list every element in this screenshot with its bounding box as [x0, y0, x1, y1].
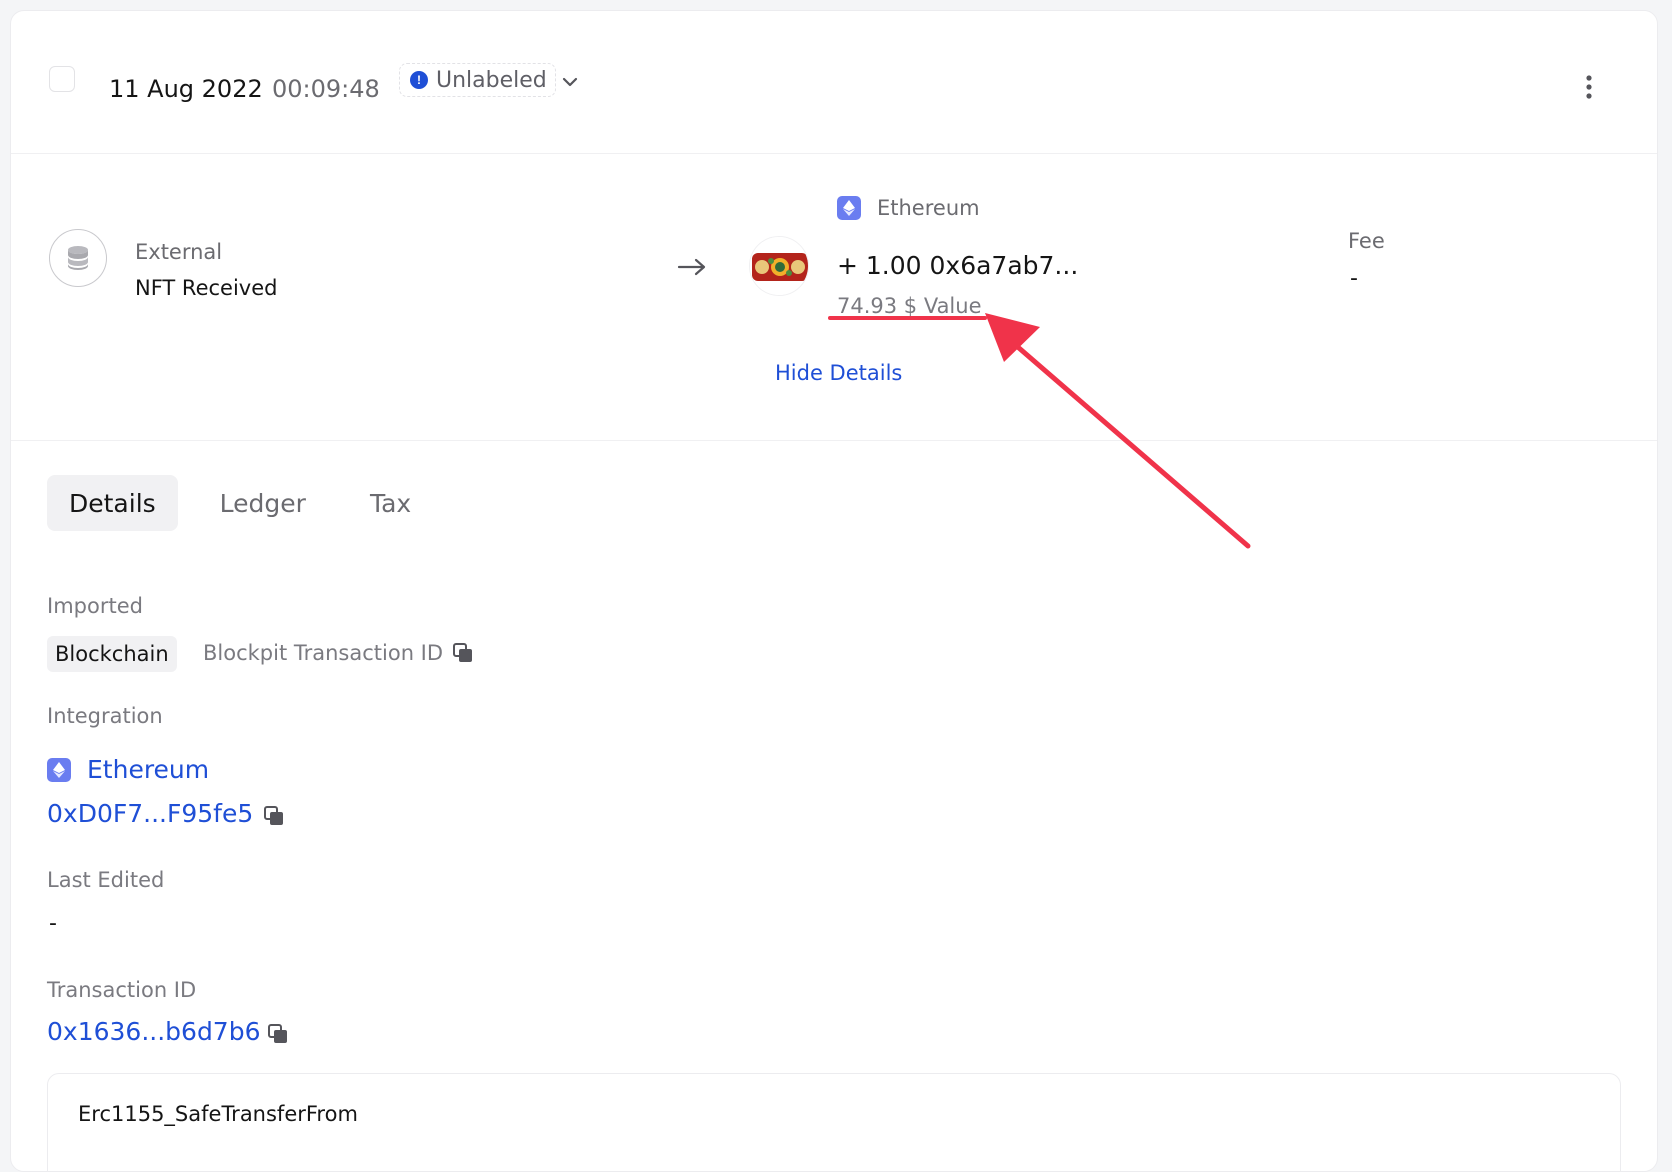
- method-panel: Erc1155_SafeTransferFrom: [47, 1073, 1621, 1171]
- alert-icon: !: [410, 71, 428, 89]
- method-name: Erc1155_SafeTransferFrom: [78, 1102, 358, 1126]
- ethereum-icon: [47, 757, 71, 782]
- arrow-right-icon: [677, 258, 706, 276]
- transaction-header: 11 Aug 2022 00:09:48 ! Unlabeled: [11, 11, 1657, 154]
- chain-name: Ethereum: [877, 196, 980, 220]
- transaction-date: 11 Aug 2022: [109, 75, 263, 103]
- tab-tax[interactable]: Tax: [348, 475, 433, 531]
- detail-tabs: Details Ledger Tax: [47, 475, 453, 531]
- copy-icon[interactable]: [264, 806, 284, 826]
- chain-row: Ethereum: [837, 196, 980, 220]
- fee-value: -: [1350, 266, 1358, 291]
- hide-details-link[interactable]: Hide Details: [775, 361, 902, 385]
- last-edited-label: Last Edited: [47, 868, 165, 892]
- tab-ledger[interactable]: Ledger: [198, 475, 328, 531]
- chevron-down-icon[interactable]: [559, 71, 581, 93]
- integration-address-link[interactable]: 0xD0F7...F95fe5: [47, 799, 253, 828]
- label-badge[interactable]: ! Unlabeled: [399, 63, 556, 97]
- fee-label: Fee: [1348, 229, 1385, 253]
- transaction-id-link[interactable]: 0x1636...b6d7b6: [47, 1017, 261, 1046]
- nft-thumbnail: [749, 236, 809, 296]
- source-title: External: [135, 240, 223, 264]
- more-options-icon[interactable]: [1583, 73, 1595, 103]
- integration-name: Ethereum: [87, 755, 210, 784]
- asset-value: 74.93 $ Value: [837, 294, 982, 318]
- ethereum-icon: [837, 196, 861, 220]
- database-icon: [49, 229, 107, 287]
- imported-label: Imported: [47, 594, 143, 618]
- transaction-time: 00:09:48: [272, 75, 380, 103]
- copy-icon[interactable]: [453, 643, 473, 663]
- asset-amount: + 1.00 0x6a7ab7...: [837, 251, 1079, 280]
- last-edited-value: -: [49, 911, 57, 936]
- imported-source-chip: Blockchain: [47, 636, 177, 672]
- transaction-summary: External NFT Received Ethereum + 1.00 0x…: [11, 154, 1657, 441]
- integration-label: Integration: [47, 704, 163, 728]
- blockpit-transaction-id-label: Blockpit Transaction ID: [203, 641, 444, 665]
- label-text: Unlabeled: [436, 67, 547, 93]
- transaction-card: 11 Aug 2022 00:09:48 ! Unlabeled Externa…: [10, 10, 1658, 1172]
- transaction-id-label: Transaction ID: [47, 978, 197, 1002]
- copy-icon[interactable]: [268, 1024, 288, 1044]
- integration-link[interactable]: Ethereum: [47, 755, 209, 784]
- tab-details[interactable]: Details: [47, 475, 178, 531]
- source-type: NFT Received: [135, 276, 278, 300]
- select-checkbox[interactable]: [49, 66, 75, 92]
